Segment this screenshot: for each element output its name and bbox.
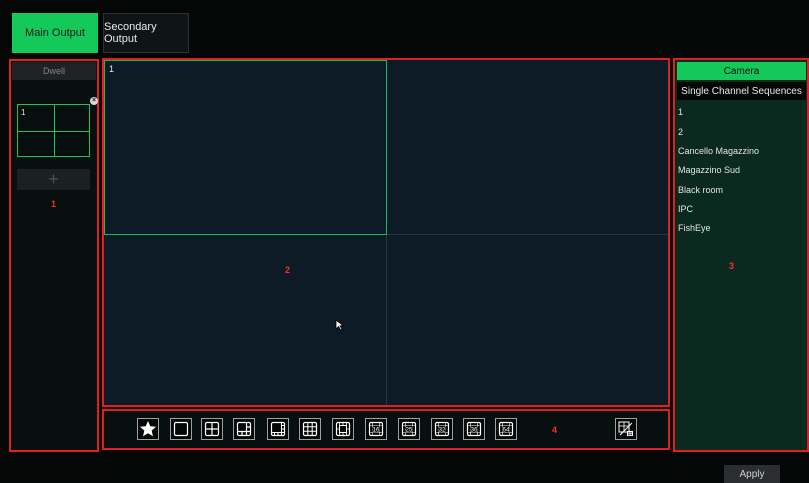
layout-64-button[interactable]: 64 [495,418,517,440]
layout-1-icon [171,419,191,439]
custom-layout-button[interactable] [615,418,637,440]
layout-36-button[interactable]: 36 [463,418,485,440]
layout-16-label: 16 [372,426,380,433]
region-number-3: 3 [729,261,735,271]
layout-25-label: 25 [405,426,413,433]
tab-secondary-output[interactable]: Secondary Output [103,13,189,53]
layout-32-icon: 32 [432,419,452,439]
star-icon [138,419,158,439]
camera-list-item[interactable]: IPC [678,204,693,214]
layout-32-label: 32 [438,426,446,433]
layout-25-button[interactable]: 25 [398,418,420,440]
layout-16-button[interactable]: 16 [365,418,387,440]
mouse-cursor-icon [335,318,345,336]
camera-list-item[interactable]: Magazzino Sud [678,165,740,175]
layout-8-icon [268,419,288,439]
layout-6-button[interactable] [233,418,255,440]
region-number-4: 4 [552,425,558,435]
layout-9-button[interactable] [299,418,321,440]
layout-25-icon: 25 [399,419,419,439]
layout-6-icon [234,419,254,439]
camera-list-item[interactable]: FishEye [678,223,711,233]
apply-button[interactable]: Apply [724,465,780,483]
layout-9-icon [300,419,320,439]
camera-list-panel [673,58,809,452]
video-cell-selected[interactable] [104,60,387,235]
region-number-1: 1 [51,199,57,209]
layout-13-button[interactable] [332,418,354,440]
thumbnail-number: 1 [21,108,26,117]
thumbnail-divider-horizontal [18,131,89,132]
layout-16-icon: 16 [366,419,386,439]
layout-36-icon: 36 [464,419,484,439]
camera-list-item[interactable]: Cancello Magazzino [678,146,759,156]
camera-list-item[interactable]: 1 [678,107,683,117]
add-layout-button[interactable]: + [17,169,90,190]
layout-64-label: 64 [502,426,510,433]
video-cell-2[interactable] [387,60,668,234]
camera-list-item[interactable]: 2 [678,127,683,137]
layout-36-label: 36 [470,426,478,433]
camera-list-item[interactable]: Black room [678,185,723,195]
layout-8-button[interactable] [267,418,289,440]
dwell-header[interactable]: Dwell [12,62,96,80]
close-icon[interactable]: × [90,97,98,105]
video-cell-number: 1 [109,64,115,74]
region-number-2: 2 [285,265,291,275]
layout-32-button[interactable]: 32 [431,418,453,440]
video-cell-4[interactable] [387,235,668,405]
favorite-layout-button[interactable] [137,418,159,440]
layout-4-icon [202,419,222,439]
tab-single-channel-sequences[interactable]: Single Channel Sequences [677,82,806,100]
layout-4-button[interactable] [201,418,223,440]
layout-13-icon [333,419,353,439]
layout-64-icon: 64 [496,419,516,439]
layout-1-button[interactable] [170,418,192,440]
tab-main-output[interactable]: Main Output [12,13,98,53]
tab-camera[interactable]: Camera [677,62,806,80]
dwell-layout-thumbnail[interactable]: 1 [17,104,90,157]
custom-layout-icon [616,419,636,439]
